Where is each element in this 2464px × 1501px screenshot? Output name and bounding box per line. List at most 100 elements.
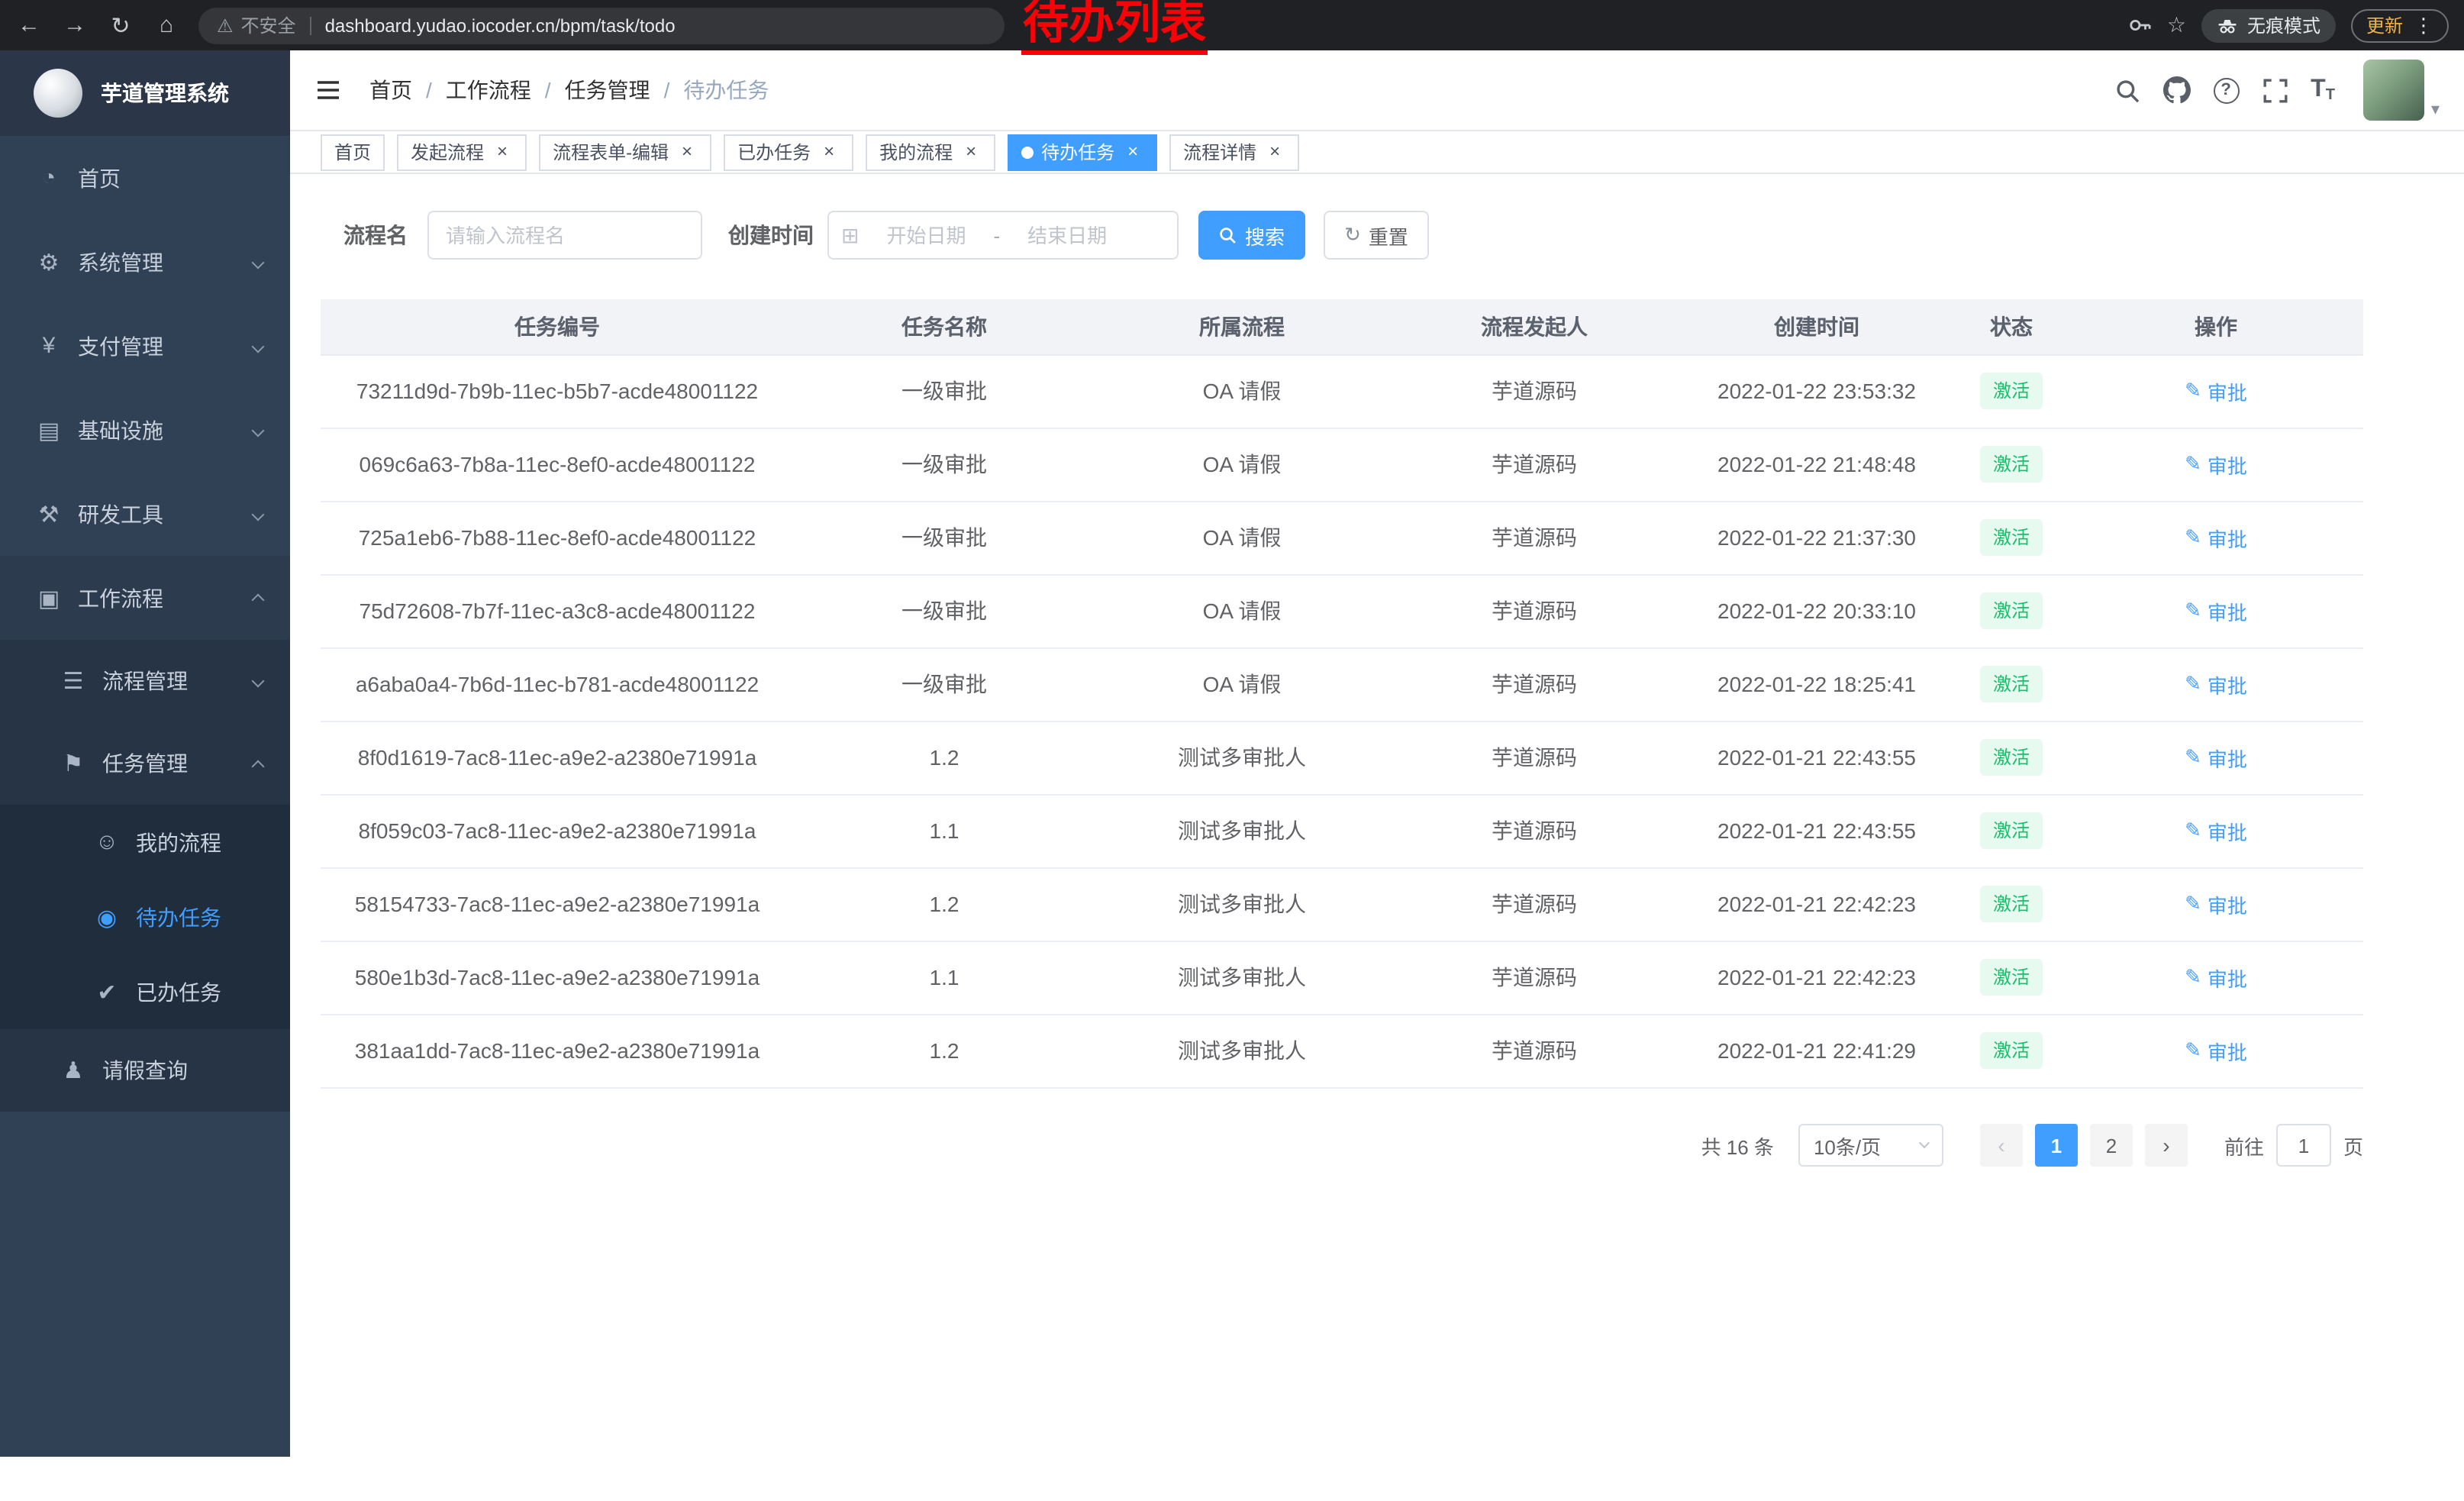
- update-chip[interactable]: 更新 ⋮: [2351, 8, 2449, 42]
- tab-process-detail[interactable]: 流程详情×: [1169, 134, 1299, 170]
- approve-link[interactable]: ✎审批: [2185, 963, 2247, 992]
- edit-icon: ✎: [2185, 965, 2201, 989]
- browser-toolbar: ← → ↻ ⌂ ⚠ 不安全 dashboard.yudao.iocoder.cn…: [0, 0, 2464, 50]
- table-row: 725a1eb6-7b88-11ec-8ef0-acde48001122一级审批…: [321, 501, 2363, 574]
- cell-initiator: 芋道源码: [1389, 354, 1679, 428]
- sidebar-item-infra[interactable]: ▤基础设施: [0, 388, 290, 472]
- end-date-input[interactable]: [1003, 224, 1131, 247]
- cell-action: ✎审批: [2069, 794, 2363, 867]
- status-badge: 激活: [1981, 373, 2042, 409]
- sidebar-item-process-mgmt[interactable]: ☰流程管理: [0, 640, 290, 722]
- address-bar[interactable]: ⚠ 不安全 dashboard.yudao.iocoder.cn/bpm/tas…: [198, 7, 1005, 44]
- tab-close-icon[interactable]: ×: [492, 141, 513, 163]
- forward-button[interactable]: →: [52, 12, 98, 38]
- table-row: 73211d9d-7b9b-11ec-b5b7-acde48001122一级审批…: [321, 354, 2363, 428]
- cell-action: ✎审批: [2069, 647, 2363, 721]
- tab-initiate[interactable]: 发起流程×: [397, 134, 527, 170]
- fontsize-icon[interactable]: T T: [2311, 76, 2335, 104]
- sidebar-collapse-button[interactable]: [314, 76, 342, 104]
- sidebar-item-leave-query[interactable]: ♟请假查询: [0, 1029, 290, 1112]
- chevron-down-icon: [1919, 1138, 1930, 1148]
- sidebar-item-task-mgmt[interactable]: ⚑任务管理: [0, 722, 290, 805]
- cell-status: 激活: [1954, 721, 2069, 794]
- tab-done-task[interactable]: 已办任务×: [724, 134, 853, 170]
- home-button[interactable]: ⌂: [144, 12, 189, 38]
- tab-close-icon[interactable]: ×: [1122, 141, 1143, 163]
- cell-action: ✎审批: [2069, 721, 2363, 794]
- tab-close-icon[interactable]: ×: [818, 141, 840, 163]
- app-logo[interactable]: 芋道管理系统: [0, 50, 290, 136]
- browser-menu-icon[interactable]: ⋮: [2414, 13, 2433, 37]
- github-icon[interactable]: [2162, 76, 2190, 104]
- search-icon[interactable]: [2114, 77, 2140, 103]
- tab-close-icon[interactable]: ×: [960, 141, 982, 163]
- chevron-up-icon: [252, 760, 265, 773]
- breadcrumb-item[interactable]: 任务管理: [565, 75, 650, 105]
- edit-icon: ✎: [2185, 745, 2201, 770]
- sidebar-item-payment[interactable]: ¥支付管理: [0, 304, 290, 388]
- next-page-button[interactable]: ›: [2145, 1124, 2188, 1167]
- approve-link[interactable]: ✎审批: [2185, 743, 2247, 772]
- tab-home[interactable]: 首页: [321, 134, 385, 170]
- date-range-picker[interactable]: ⊞ -: [827, 211, 1179, 260]
- breadcrumb-item[interactable]: 工作流程: [446, 75, 531, 105]
- cell-initiator: 芋道源码: [1389, 574, 1679, 647]
- sidebar-item-workflow[interactable]: ▣工作流程: [0, 556, 290, 640]
- tab-my-process[interactable]: 我的流程×: [866, 134, 995, 170]
- sidebar-item-system[interactable]: ⚙系统管理: [0, 220, 290, 304]
- prev-page-button[interactable]: ‹: [1980, 1124, 2023, 1167]
- goto-page-input[interactable]: [2276, 1124, 2331, 1167]
- search-button[interactable]: 搜索: [1198, 211, 1305, 260]
- page-button-1[interactable]: 1: [2035, 1124, 2078, 1167]
- sidebar-item-todo-task[interactable]: ◉待办任务: [0, 880, 290, 954]
- approve-label: 审批: [2208, 670, 2247, 699]
- start-date-input[interactable]: [862, 224, 990, 247]
- bookmark-star-icon[interactable]: ☆: [2167, 12, 2186, 38]
- security-label[interactable]: 不安全: [241, 12, 296, 38]
- approve-link[interactable]: ✎审批: [2185, 376, 2247, 405]
- cell-status: 激活: [1954, 867, 2069, 941]
- approve-link[interactable]: ✎审批: [2185, 596, 2247, 625]
- approve-link[interactable]: ✎审批: [2185, 816, 2247, 845]
- user-menu[interactable]: ▾: [2364, 60, 2440, 121]
- incognito-badge[interactable]: 无痕模式: [2201, 8, 2336, 42]
- sidebar-item-home[interactable]: ◔首页: [0, 136, 290, 220]
- cell-task-id: 8f059c03-7ac8-11ec-a9e2-a2380e71991a: [321, 794, 794, 867]
- page-button-2[interactable]: 2: [2090, 1124, 2133, 1167]
- breadcrumb-item[interactable]: 首页: [369, 75, 412, 105]
- cell-task-id: 8f0d1619-7ac8-11ec-a9e2-a2380e71991a: [321, 721, 794, 794]
- tab-todo-task[interactable]: 待办任务×: [1008, 134, 1157, 170]
- approve-link[interactable]: ✎审批: [2185, 450, 2247, 479]
- page-size-select[interactable]: 10条/页: [1798, 1124, 1943, 1167]
- reload-button[interactable]: ↻: [98, 11, 144, 39]
- sidebar-item-devtools[interactable]: ⚒研发工具: [0, 472, 290, 556]
- reset-icon: ↻: [1344, 223, 1361, 247]
- chevron-down-icon: [252, 508, 265, 521]
- user-icon: ♟: [58, 1057, 89, 1084]
- cell-task-id: 73211d9d-7b9b-11ec-b5b7-acde48001122: [321, 354, 794, 428]
- fullscreen-icon[interactable]: [2262, 77, 2288, 103]
- approve-link[interactable]: ✎审批: [2185, 670, 2247, 699]
- cell-initiator: 芋道源码: [1389, 721, 1679, 794]
- table-row: 75d72608-7b7f-11ec-a3c8-acde48001122一级审批…: [321, 574, 2363, 647]
- approve-label: 审批: [2208, 816, 2247, 845]
- sidebar-item-my-process[interactable]: ☺我的流程: [0, 805, 290, 880]
- back-button[interactable]: ←: [6, 12, 52, 38]
- sidebar-item-done-task[interactable]: ✔已办任务: [0, 954, 290, 1029]
- approve-link[interactable]: ✎审批: [2185, 1036, 2247, 1065]
- edit-icon: ✎: [2185, 525, 2201, 550]
- tab-close-icon[interactable]: ×: [676, 141, 698, 163]
- password-key-icon[interactable]: [2129, 14, 2152, 37]
- cell-process: 测试多审批人: [1095, 721, 1389, 794]
- reset-button[interactable]: ↻ 重置: [1324, 211, 1429, 260]
- help-icon[interactable]: ?: [2213, 77, 2239, 103]
- column-header: 创建时间: [1679, 299, 1954, 354]
- process-name-input[interactable]: [427, 211, 702, 260]
- tab-form-edit[interactable]: 流程表单-编辑×: [539, 134, 711, 170]
- approve-link[interactable]: ✎审批: [2185, 523, 2247, 552]
- tab-close-icon[interactable]: ×: [1264, 141, 1285, 163]
- approve-link[interactable]: ✎审批: [2185, 889, 2247, 918]
- edit-icon: ✎: [2185, 452, 2201, 476]
- cell-task-name: 1.2: [794, 867, 1095, 941]
- cell-process: 测试多审批人: [1095, 1014, 1389, 1087]
